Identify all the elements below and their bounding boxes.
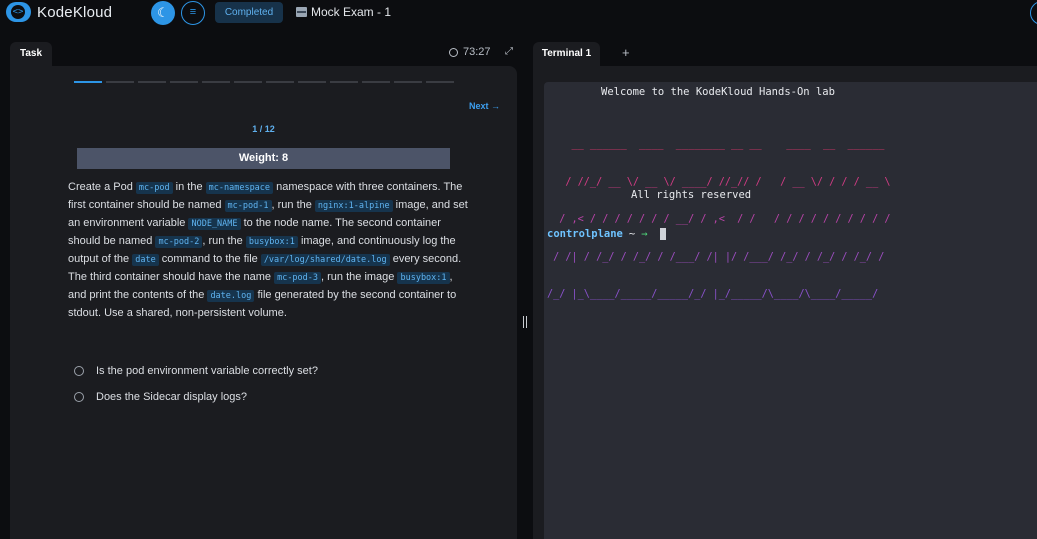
prompt-host: controlplane <box>547 228 623 240</box>
timer-value: 73:27 <box>463 46 491 58</box>
progress-segment[interactable] <box>394 81 422 83</box>
check-item[interactable]: Does the Sidecar display logs? <box>74 391 247 403</box>
task-text: in the <box>172 181 206 193</box>
ascii-art-logo: __ ______ ____ ________ __ __ ____ __ __… <box>547 114 890 327</box>
progress-segment[interactable] <box>426 81 454 83</box>
task-text: , run the image <box>321 271 398 283</box>
code-image-nginx: nginx:1-alpine <box>314 200 393 212</box>
terminal-rights: All rights reserved <box>631 189 752 201</box>
theme-toggle-button[interactable]: ☾ <box>151 1 175 25</box>
progress-segment[interactable] <box>362 81 390 83</box>
task-text: , run the <box>202 235 246 247</box>
profile-button[interactable] <box>1030 1 1037 25</box>
tab-task[interactable]: Task <box>10 42 52 66</box>
tab-terminal-1[interactable]: Terminal 1 <box>533 42 600 66</box>
progress-segment[interactable] <box>138 81 166 83</box>
code-image-busybox-2: busybox:1 <box>397 272 450 284</box>
task-text: , run the <box>271 199 315 211</box>
prompt-arrow: → <box>641 228 648 240</box>
exam-title-text: Mock Exam - 1 <box>311 5 392 19</box>
progress-segment[interactable] <box>266 81 294 83</box>
terminal-cursor <box>659 228 666 240</box>
ascii-line: / //_/ __ \/ __ \/ ____/ //_// / / __ \/… <box>547 176 891 188</box>
kodekloud-logo-icon: <> <box>6 2 31 22</box>
code-pod-name: mc-pod <box>135 182 173 194</box>
progress-segment[interactable] <box>74 81 102 83</box>
ascii-line: /_/ |_\____/_____/_____/_/ |_/_____/\___… <box>547 289 879 300</box>
radio-circle-icon[interactable] <box>74 366 84 376</box>
radio-circle-icon[interactable] <box>74 392 84 402</box>
ascii-line: / /| / /_/ / /_/ / /___/ /| |/ /___/ /_/… <box>547 251 885 263</box>
question-counter: 1 / 12 <box>252 124 275 134</box>
logo[interactable]: <> KodeKloud <box>6 2 112 22</box>
code-date-command: date <box>132 254 159 266</box>
code-log-file: date.log <box>207 290 255 302</box>
check-item-label: Does the Sidecar display logs? <box>96 391 248 403</box>
clock-icon <box>449 47 458 57</box>
code-image-busybox: busybox:1 <box>245 236 298 248</box>
menu-icon[interactable]: ≡ <box>181 1 205 25</box>
code-namespace: mc-namespace <box>205 182 274 194</box>
exam-icon <box>296 7 307 17</box>
task-panel: Next → 1 / 12 Weight: 8 Create a Pod mc-… <box>10 66 517 539</box>
progress-segment[interactable] <box>330 81 358 83</box>
code-container-3: mc-pod-3 <box>274 272 322 284</box>
timer: 73:27 <box>449 46 491 58</box>
progress-segment[interactable] <box>170 81 198 83</box>
progress-segment[interactable] <box>202 81 230 83</box>
progress-segment[interactable] <box>106 81 134 83</box>
weight-badge: Weight: 8 <box>77 148 450 169</box>
task-description: Create a Pod mc-pod in the mc-namespace … <box>68 179 468 322</box>
prompt-path: ~ <box>628 228 636 240</box>
add-terminal-button[interactable]: + <box>622 45 630 60</box>
panel-resize-handle[interactable] <box>523 316 527 328</box>
terminal-prompt[interactable]: controlplane ~ → <box>547 228 666 240</box>
next-button[interactable]: Next → <box>469 101 500 111</box>
exam-title: Mock Exam - 1 <box>296 5 391 19</box>
progress-segment[interactable] <box>298 81 326 83</box>
terminal-welcome: Welcome to the KodeKloud Hands-On lab <box>601 86 835 98</box>
code-env-var: NODE_NAME <box>188 218 241 230</box>
progress-segment[interactable] <box>234 81 262 83</box>
ascii-line: / ,< / / / / / / / __/ / ,< / / / / / / … <box>547 214 891 225</box>
code-container-2: mc-pod-2 <box>155 236 203 248</box>
check-item-label: Is the pod environment variable correctl… <box>96 365 318 377</box>
question-progress <box>74 81 458 83</box>
ascii-line: __ ______ ____ ________ __ __ ____ __ __… <box>547 139 885 150</box>
logo-text: KodeKloud <box>37 3 113 21</box>
code-container-1: mc-pod-1 <box>224 200 272 212</box>
check-item[interactable]: Is the pod environment variable correctl… <box>74 365 318 377</box>
task-text: command to the file <box>158 253 261 265</box>
task-text: Create a Pod <box>68 181 136 193</box>
expand-icon[interactable]: ⤢ <box>505 46 513 57</box>
status-badge: Completed <box>215 2 283 23</box>
terminal-screen[interactable]: Welcome to the KodeKloud Hands-On lab __… <box>544 82 1037 539</box>
code-log-path: /var/log/shared/date.log <box>260 254 390 266</box>
top-bar: <> KodeKloud ☾ ≡ Completed Mock Exam - 1 <box>0 0 1037 26</box>
